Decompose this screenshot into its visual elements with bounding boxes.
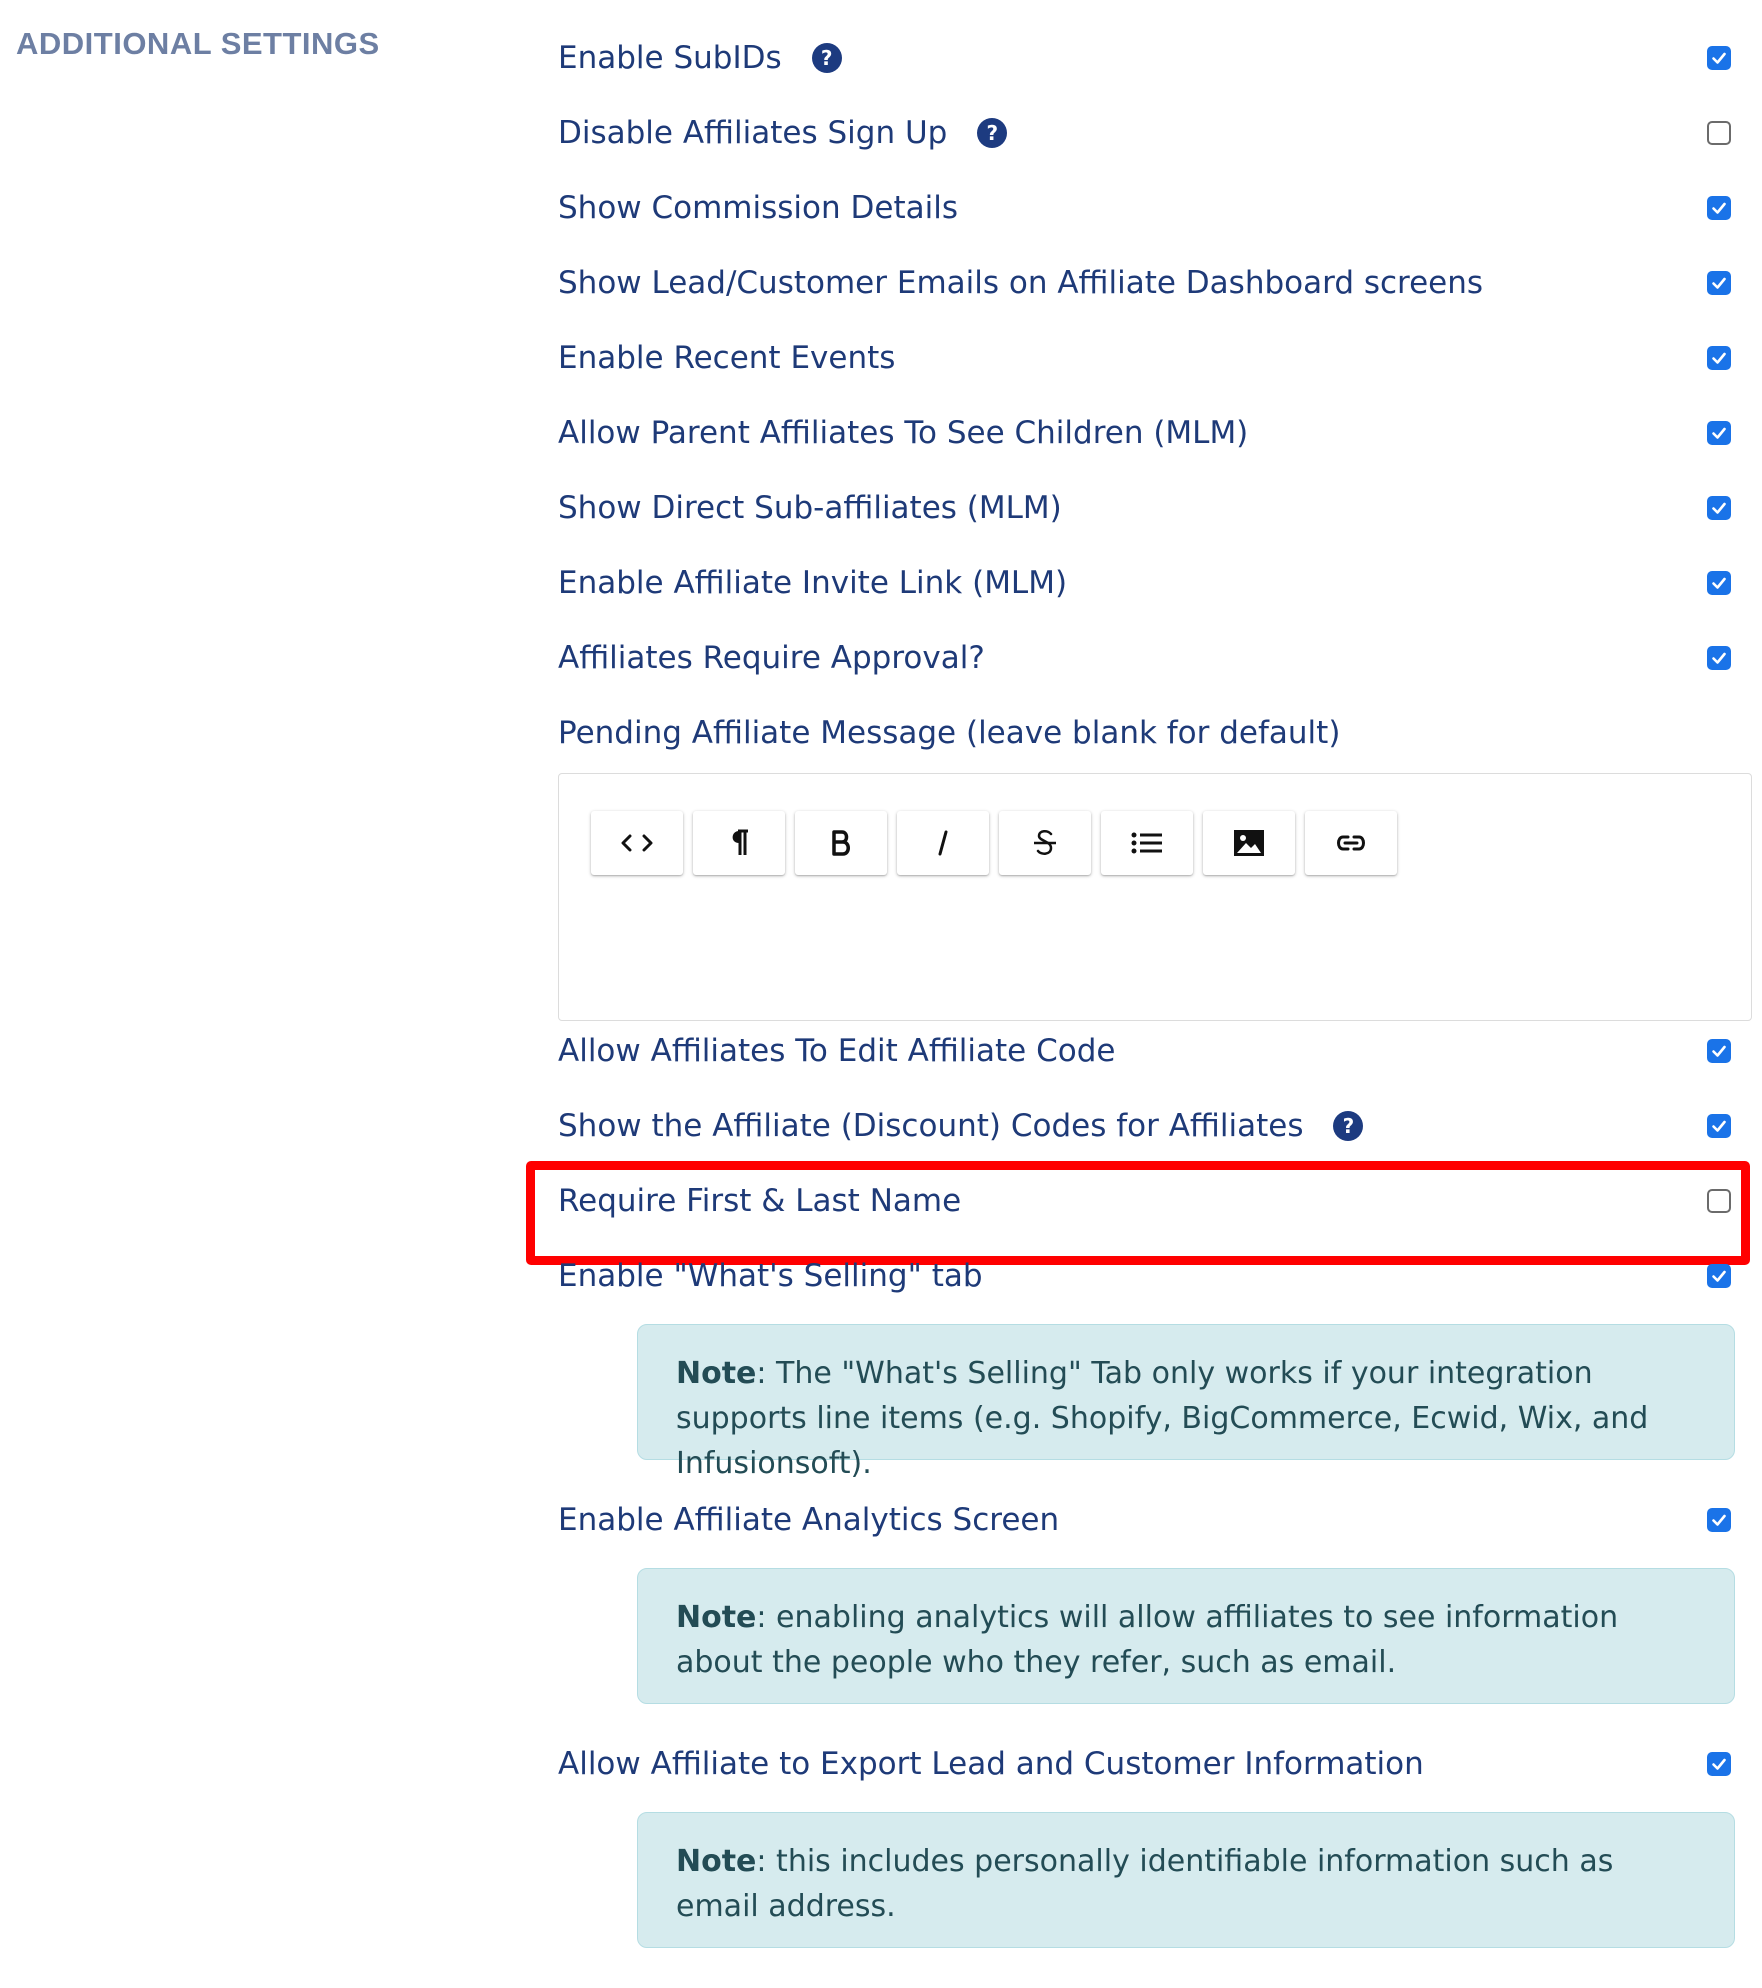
setting-label: Disable Affiliates Sign Up bbox=[558, 115, 948, 151]
setting-label: Show the Affiliate (Discount) Codes for … bbox=[558, 1108, 1304, 1144]
setting-label: Affiliates Require Approval? bbox=[558, 640, 985, 676]
export-info-checkbox[interactable] bbox=[1707, 1752, 1731, 1776]
setting-label: Show Direct Sub-affiliates (MLM) bbox=[558, 490, 1062, 526]
whats-selling-checkbox[interactable] bbox=[1707, 1264, 1731, 1288]
link-button[interactable] bbox=[1305, 811, 1397, 875]
checkmark-icon bbox=[1712, 652, 1726, 664]
checkmark-icon bbox=[1712, 427, 1726, 439]
setting-row-analytics: Enable Affiliate Analytics Screen bbox=[558, 1490, 1738, 1550]
note-text: : this includes personally identifiable … bbox=[676, 1844, 1614, 1924]
setting-row-require-name: Require First & Last Name bbox=[558, 1171, 1738, 1231]
setting-row-export: Allow Affiliate to Export Lead and Custo… bbox=[558, 1734, 1738, 1794]
paragraph-icon bbox=[732, 829, 748, 855]
image-button[interactable] bbox=[1203, 811, 1295, 875]
checkmark-icon bbox=[1712, 1758, 1726, 1770]
strikethrough-icon bbox=[1034, 830, 1056, 855]
paragraph-button[interactable] bbox=[693, 811, 785, 875]
setting-label: Allow Parent Affiliates To See Children … bbox=[558, 415, 1249, 451]
link-icon bbox=[1337, 835, 1365, 851]
setting-label: Enable Recent Events bbox=[558, 340, 896, 376]
edit-affiliate-code-checkbox[interactable] bbox=[1707, 1039, 1731, 1063]
bold-icon bbox=[832, 830, 850, 856]
setting-label: Enable Affiliate Analytics Screen bbox=[558, 1502, 1060, 1538]
show-direct-subaffiliates-checkbox[interactable] bbox=[1707, 496, 1731, 520]
note-text: : The "What's Selling" Tab only works if… bbox=[676, 1356, 1649, 1481]
setting-label: Allow Affiliate to Export Lead and Custo… bbox=[558, 1746, 1424, 1782]
export-note: Note: this includes personally identifia… bbox=[637, 1812, 1735, 1948]
setting-row-whats-selling: Enable "What's Selling" tab bbox=[558, 1246, 1738, 1306]
code-button[interactable] bbox=[591, 811, 683, 875]
checkmark-icon bbox=[1712, 52, 1726, 64]
note-text: : enabling analytics will allow affiliat… bbox=[676, 1600, 1619, 1680]
editor-toolbar bbox=[591, 811, 1397, 875]
setting-row-edit-code: Allow Affiliates To Edit Affiliate Code bbox=[558, 1021, 1738, 1081]
show-lead-emails-checkbox[interactable] bbox=[1707, 271, 1731, 295]
setting-label: Require First & Last Name bbox=[558, 1183, 962, 1219]
setting-row-commission-details: Show Commission Details bbox=[558, 178, 1738, 238]
help-icon[interactable]: ? bbox=[977, 118, 1008, 148]
pending-message-row: Pending Affiliate Message (leave blank f… bbox=[558, 703, 1738, 763]
list-button[interactable] bbox=[1101, 811, 1193, 875]
editor-text-area[interactable] bbox=[560, 894, 1750, 1019]
checkmark-icon bbox=[1712, 502, 1726, 514]
pending-message-editor bbox=[558, 773, 1752, 1021]
enable-subids-checkbox[interactable] bbox=[1707, 46, 1731, 70]
whats-selling-note: Note: The "What's Selling" Tab only work… bbox=[637, 1324, 1735, 1481]
checkmark-icon bbox=[1712, 1045, 1726, 1057]
setting-label: Enable SubIDs bbox=[558, 40, 782, 76]
setting-row-lead-emails: Show Lead/Customer Emails on Affiliate D… bbox=[558, 253, 1738, 313]
checkmark-icon bbox=[1712, 577, 1726, 589]
setting-row-disable-signup: Disable Affiliates Sign Up ? bbox=[558, 103, 1738, 163]
require-approval-checkbox[interactable] bbox=[1707, 646, 1731, 670]
help-icon[interactable]: ? bbox=[1333, 1111, 1364, 1141]
strikethrough-button[interactable] bbox=[999, 811, 1091, 875]
analytics-note: Note: enabling analytics will allow affi… bbox=[637, 1568, 1735, 1704]
code-icon bbox=[621, 834, 653, 852]
parent-see-children-checkbox[interactable] bbox=[1707, 421, 1731, 445]
require-first-last-name-checkbox[interactable] bbox=[1707, 1189, 1731, 1213]
help-icon[interactable]: ? bbox=[811, 43, 842, 73]
checkmark-icon bbox=[1712, 202, 1726, 214]
setting-label: Enable "What's Selling" tab bbox=[558, 1258, 983, 1294]
setting-row-invite-link: Enable Affiliate Invite Link (MLM) bbox=[558, 553, 1738, 613]
checkmark-icon bbox=[1712, 1120, 1726, 1132]
setting-row-parent-children: Allow Parent Affiliates To See Children … bbox=[558, 403, 1738, 463]
image-icon bbox=[1234, 830, 1264, 856]
italic-button[interactable] bbox=[897, 811, 989, 875]
setting-label: Enable Affiliate Invite Link (MLM) bbox=[558, 565, 1068, 601]
enable-recent-events-checkbox[interactable] bbox=[1707, 346, 1731, 370]
bold-button[interactable] bbox=[795, 811, 887, 875]
disable-affiliates-signup-checkbox[interactable] bbox=[1707, 121, 1731, 145]
setting-row-enable-subids: Enable SubIDs ? bbox=[558, 28, 1738, 88]
checkmark-icon bbox=[1712, 352, 1726, 364]
note-label: Note bbox=[676, 1844, 757, 1879]
analytics-screen-checkbox[interactable] bbox=[1707, 1508, 1731, 1532]
enable-invite-link-checkbox[interactable] bbox=[1707, 571, 1731, 595]
checkmark-icon bbox=[1712, 1514, 1726, 1526]
list-icon bbox=[1131, 832, 1162, 854]
note-label: Note bbox=[676, 1356, 757, 1391]
setting-label: Allow Affiliates To Edit Affiliate Code bbox=[558, 1033, 1116, 1069]
show-commission-details-checkbox[interactable] bbox=[1707, 196, 1731, 220]
checkmark-icon bbox=[1712, 277, 1726, 289]
section-title: ADDITIONAL SETTINGS bbox=[16, 26, 380, 61]
note-label: Note bbox=[676, 1600, 757, 1635]
setting-row-require-approval: Affiliates Require Approval? bbox=[558, 628, 1738, 688]
italic-icon bbox=[938, 830, 948, 856]
setting-row-recent-events: Enable Recent Events bbox=[558, 328, 1738, 388]
setting-row-discount-codes: Show the Affiliate (Discount) Codes for … bbox=[558, 1096, 1738, 1156]
show-discount-codes-checkbox[interactable] bbox=[1707, 1114, 1731, 1138]
setting-row-direct-subaffiliates: Show Direct Sub-affiliates (MLM) bbox=[558, 478, 1738, 538]
setting-label: Show Commission Details bbox=[558, 190, 958, 226]
setting-label: Show Lead/Customer Emails on Affiliate D… bbox=[558, 265, 1484, 301]
pending-message-label: Pending Affiliate Message (leave blank f… bbox=[558, 715, 1341, 751]
checkmark-icon bbox=[1712, 1270, 1726, 1282]
